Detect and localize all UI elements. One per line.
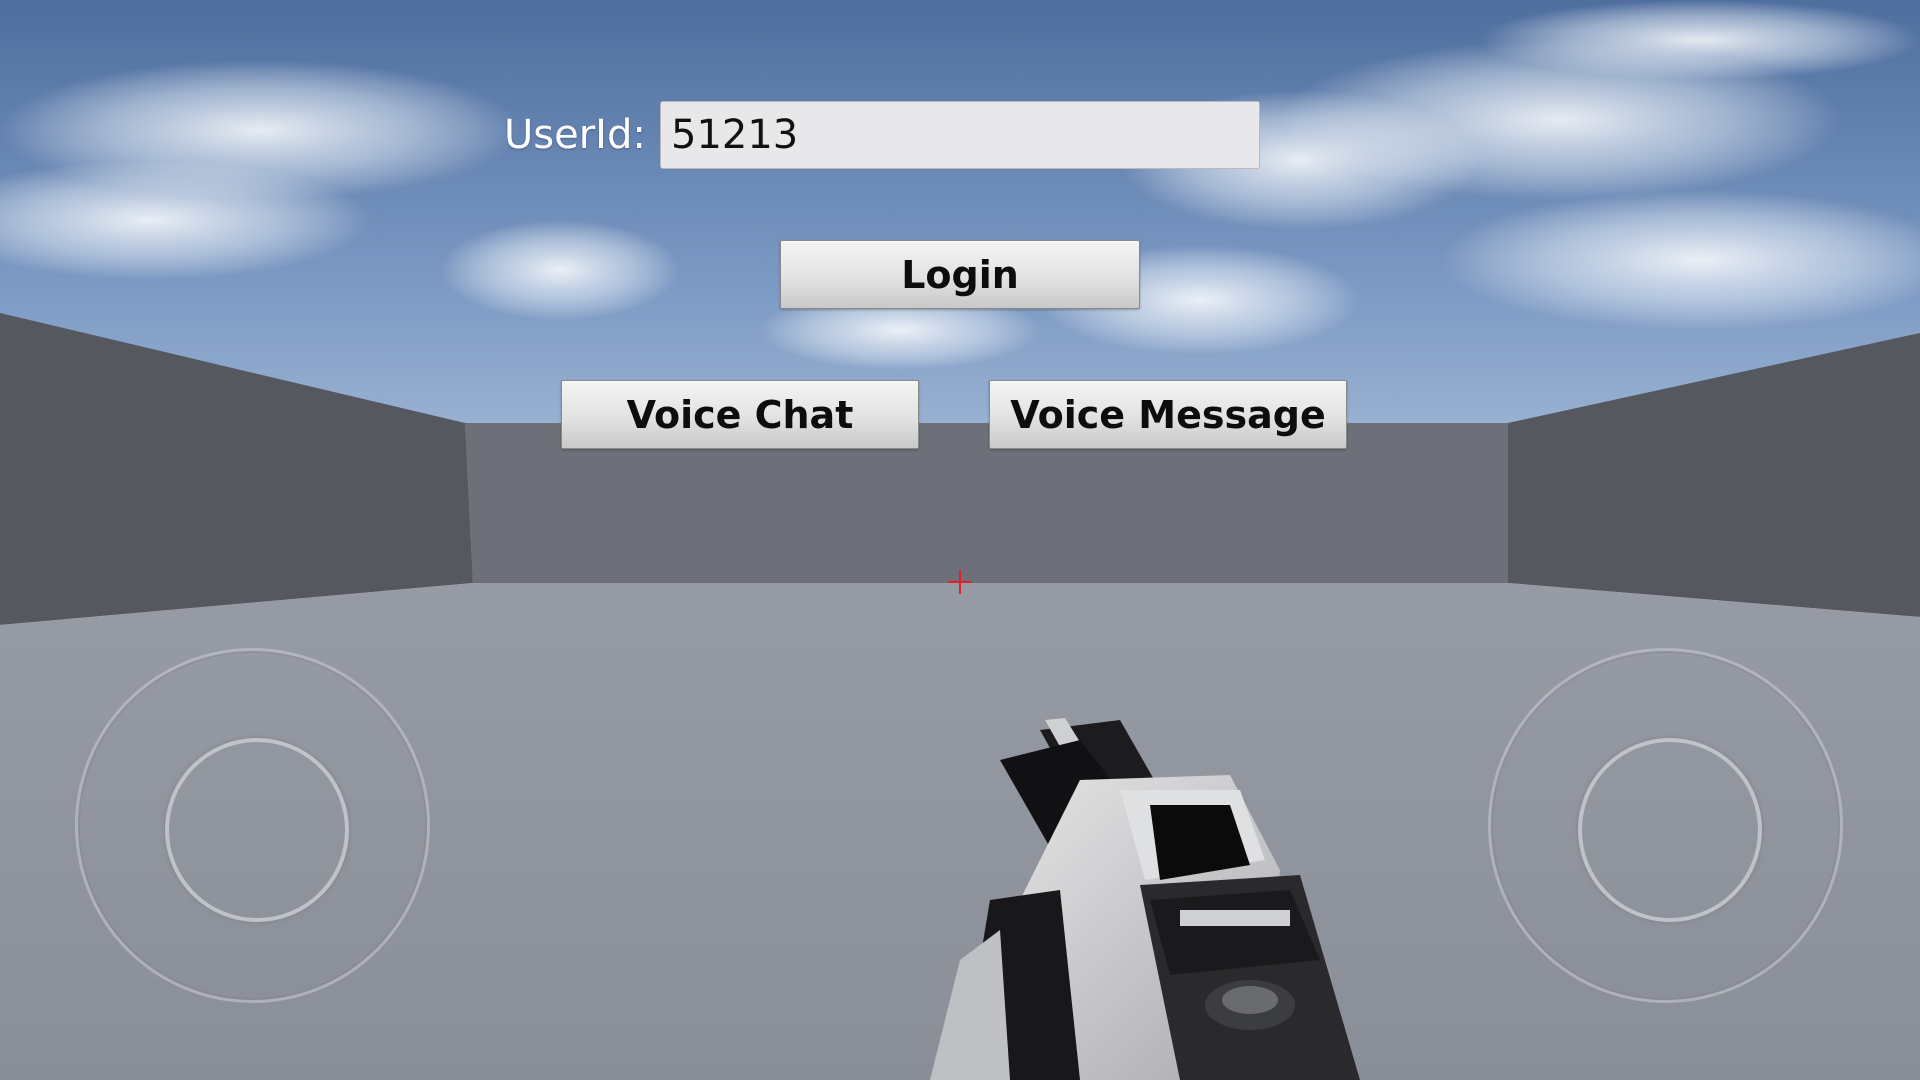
- move-joystick-knob[interactable]: [164, 737, 349, 922]
- move-joystick[interactable]: [75, 648, 430, 1003]
- login-button[interactable]: Login: [780, 240, 1140, 309]
- userid-input[interactable]: [660, 101, 1260, 169]
- look-joystick[interactable]: [1488, 648, 1843, 1003]
- userid-label: UserId:: [504, 112, 646, 158]
- game-viewport[interactable]: UserId: Login Voice Chat Voice Message: [0, 0, 1920, 1080]
- voice-chat-button[interactable]: Voice Chat: [561, 380, 919, 449]
- crosshair-icon: [948, 570, 972, 594]
- look-joystick-knob[interactable]: [1577, 737, 1762, 922]
- voice-message-button[interactable]: Voice Message: [989, 380, 1347, 449]
